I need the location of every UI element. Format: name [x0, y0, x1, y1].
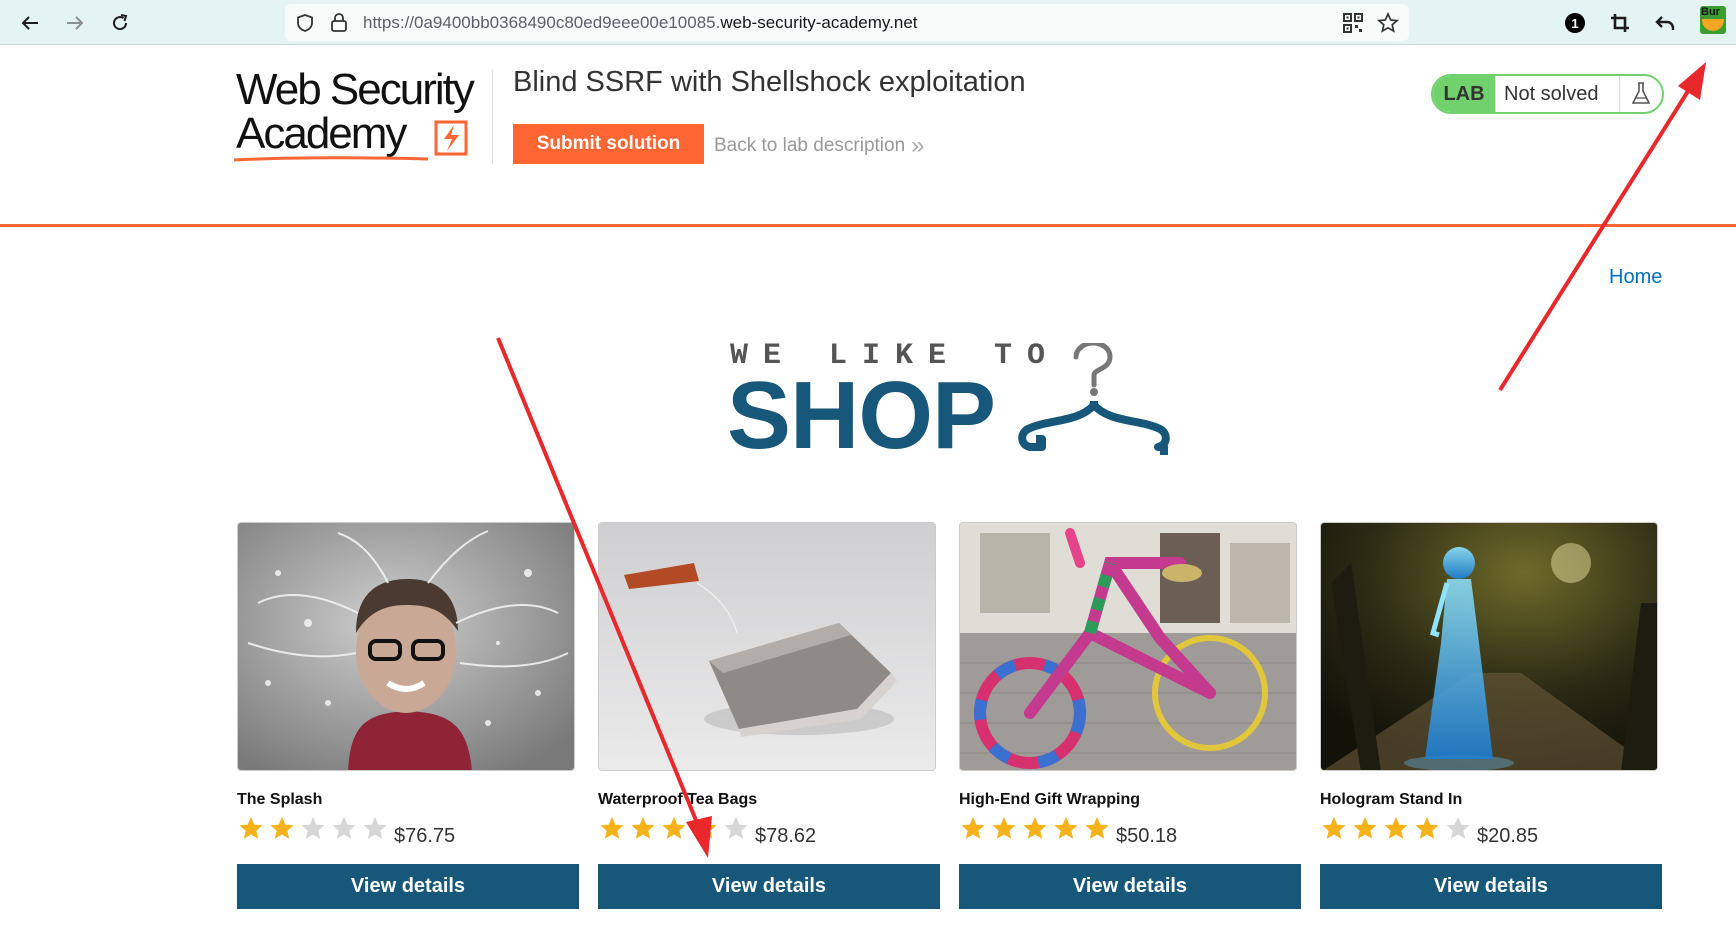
address-bar[interactable]: https://0a9400bb0368490c80ed9eee00e10085…: [285, 4, 1409, 41]
burp-extension-icon[interactable]: Bur: [1700, 6, 1726, 34]
undo-icon[interactable]: [1649, 7, 1681, 39]
lab-status-tag: LAB: [1433, 76, 1495, 112]
shield-icon[interactable]: [295, 13, 315, 38]
product-image-waterproof-tea-bags[interactable]: [598, 522, 936, 771]
logo-line-1: Web Security: [236, 65, 475, 114]
product-image-high-end-gift-wrapping[interactable]: [959, 522, 1297, 771]
product-card: Waterproof Tea Bags $78.62 View details: [598, 522, 940, 909]
star-empty-icon: [1446, 817, 1470, 839]
back-link-label: Back to lab description: [714, 135, 906, 156]
star-empty-icon: [363, 817, 387, 839]
product-rating: [959, 815, 1114, 843]
banner-title: SHOP: [727, 362, 996, 469]
bookmark-star-icon[interactable]: [1376, 11, 1400, 39]
lab-status-widget: LAB Not solved: [1431, 74, 1664, 114]
star-filled-icon: [693, 817, 717, 839]
product-card: The Splash $76.75 View details: [237, 522, 579, 909]
qr-code-icon[interactable]: [1343, 13, 1363, 38]
header-divider: [492, 70, 493, 164]
back-arrow-icon[interactable]: [14, 7, 46, 39]
lab-title: Blind SSRF with Shellshock exploitation: [513, 66, 1026, 98]
view-details-button[interactable]: View details: [237, 864, 579, 909]
web-security-academy-logo[interactable]: Web Security Academy: [233, 65, 496, 168]
star-filled-icon: [1085, 817, 1109, 839]
product-rating: [237, 815, 392, 843]
lab-status-text: Not solved: [1504, 82, 1599, 105]
star-filled-icon: [1054, 817, 1078, 839]
red-arrow-line-extension: [1498, 86, 1692, 392]
flask-icon: [1619, 76, 1662, 112]
star-filled-icon: [239, 817, 263, 839]
star-filled-icon: [662, 817, 686, 839]
browser-toolbar: https://0a9400bb0368490c80ed9eee00e10085…: [0, 0, 1736, 45]
product-image-the-splash[interactable]: [237, 522, 575, 771]
star-filled-icon: [270, 817, 294, 839]
star-empty-icon: [301, 817, 325, 839]
logo-line-2: Academy: [236, 109, 407, 158]
lock-icon[interactable]: [330, 12, 348, 38]
forward-arrow-icon[interactable]: [59, 7, 91, 39]
star-filled-icon: [1023, 817, 1047, 839]
star-filled-icon: [1322, 817, 1346, 839]
star-filled-icon: [631, 817, 655, 839]
star-filled-icon: [961, 817, 985, 839]
product-price: $76.75: [394, 825, 456, 847]
extension-badge-icon[interactable]: 1: [1559, 7, 1591, 39]
star-filled-icon: [600, 817, 624, 839]
product-price: $50.18: [1116, 825, 1178, 847]
coat-hanger-icon: [1018, 343, 1170, 455]
star-empty-icon: [724, 817, 748, 839]
view-details-button[interactable]: View details: [598, 864, 940, 909]
star-empty-icon: [332, 817, 356, 839]
crop-icon[interactable]: [1604, 7, 1636, 39]
product-image-hologram-stand-in[interactable]: [1320, 522, 1658, 771]
product-card: High-End Gift Wrapping $50.18 View detai…: [959, 522, 1301, 909]
view-details-button[interactable]: View details: [959, 864, 1301, 909]
product-name: High-End Gift Wrapping: [959, 791, 1141, 808]
star-filled-icon: [992, 817, 1016, 839]
back-to-lab-description-link[interactable]: Back to lab description »: [714, 132, 925, 160]
star-filled-icon: [1353, 817, 1377, 839]
star-filled-icon: [1384, 817, 1408, 839]
lightning-bolt-icon: [434, 120, 468, 156]
product-rating: [598, 815, 753, 843]
header-orange-rule: [0, 224, 1736, 227]
star-filled-icon: [1415, 817, 1439, 839]
logo-underline: [233, 156, 429, 162]
product-rating: [1320, 815, 1475, 843]
product-price: $78.62: [755, 825, 817, 847]
double-chevron-right-icon: »: [911, 132, 925, 159]
home-link[interactable]: Home: [1609, 266, 1662, 289]
red-arrowhead-extension: [1678, 62, 1706, 100]
product-name: Hologram Stand In: [1320, 791, 1463, 808]
view-details-button[interactable]: View details: [1320, 864, 1662, 909]
page: https://0a9400bb0368490c80ed9eee00e10085…: [0, 0, 1736, 935]
submit-solution-button[interactable]: Submit solution: [513, 124, 704, 164]
url-text[interactable]: https://0a9400bb0368490c80ed9eee00e10085…: [363, 13, 918, 33]
reload-icon[interactable]: [104, 7, 136, 39]
product-name: The Splash: [237, 791, 323, 808]
product-name: Waterproof Tea Bags: [598, 791, 758, 808]
product-price: $20.85: [1477, 825, 1539, 847]
product-card: Hologram Stand In $20.85 View details: [1320, 522, 1662, 909]
